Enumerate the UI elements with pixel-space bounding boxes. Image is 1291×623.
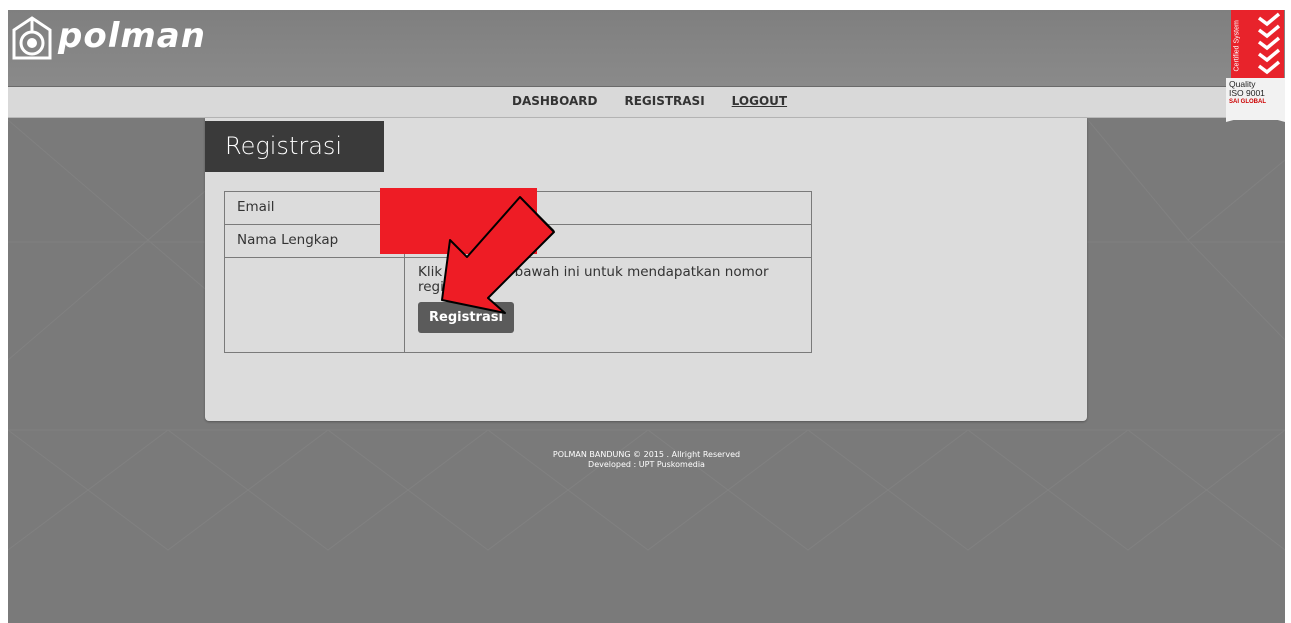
iso-sai-global: SAI GLOBAL <box>1229 99 1266 105</box>
iso-vertical-text: Certified System <box>1233 20 1241 72</box>
iso-badge-white: Quality ISO 9001 SAI GLOBAL <box>1226 78 1285 122</box>
red-arrow-annotation <box>441 196 555 314</box>
iso-standard: ISO 9001 <box>1229 88 1265 98</box>
iso-badge-red: Certified System <box>1231 10 1284 78</box>
badge-notch-icon <box>1226 112 1285 122</box>
